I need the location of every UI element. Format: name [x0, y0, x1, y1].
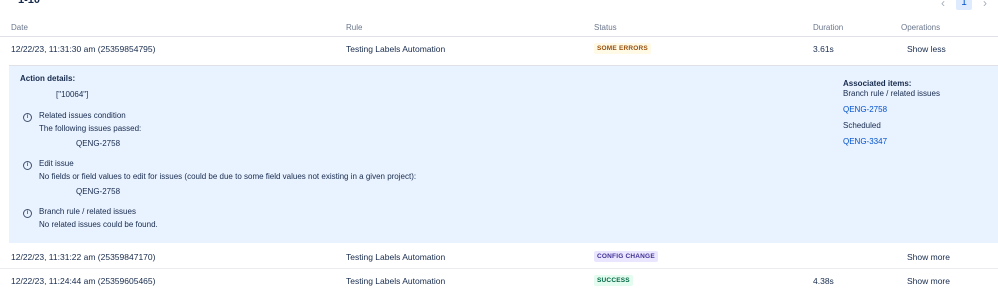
column-header-status[interactable]: Status	[594, 23, 617, 32]
row-duration: 4.38s	[813, 276, 834, 286]
row-date: 12/22/23, 11:31:22 am (25359847170)	[11, 252, 156, 262]
pagination: ‹ 1 ›	[936, 0, 992, 10]
table-header: Date Rule Status Duration Operations	[0, 20, 998, 37]
column-header-duration[interactable]: Duration	[813, 23, 843, 32]
row-rule: Testing Labels Automation	[346, 252, 446, 262]
table-toolbar: 1-10 ‹ 1 ›	[0, 0, 998, 14]
row-date: 12/22/23, 11:31:30 am (25359854795)	[11, 44, 156, 54]
status-badge: SUCCESS	[594, 275, 633, 286]
status-badge: CONFIG CHANGE	[594, 251, 658, 262]
row-rule: Testing Labels Automation	[346, 44, 446, 54]
associated-items-title: Associated items:	[843, 79, 912, 88]
step-line: No related issues could be found.	[39, 220, 158, 229]
column-header-rule[interactable]: Rule	[346, 23, 362, 32]
column-header-operations: Operations	[901, 23, 941, 32]
show-less-button[interactable]: Show less	[907, 44, 946, 54]
row-date: 12/22/23, 11:24:44 am (25359605465)	[11, 276, 156, 286]
step-title: Related issues condition	[39, 111, 126, 120]
step-line: The following issues passed:	[39, 124, 142, 133]
page-button-current[interactable]: 1	[956, 0, 972, 10]
step-issue: QENG-2758	[76, 139, 121, 148]
associated-items-subtitle: Branch rule / related issues	[843, 89, 940, 98]
action-details-value: ["10064"]	[56, 90, 89, 99]
results-range: 1-10	[18, 0, 41, 6]
column-header-date[interactable]: Date	[11, 23, 28, 32]
scheduled-label: Scheduled	[843, 121, 881, 130]
associated-issue-link[interactable]: QENG-2758	[843, 105, 887, 114]
step-title: Edit issue	[39, 159, 74, 168]
chevron-left-icon[interactable]: ‹	[936, 0, 950, 10]
show-more-button[interactable]: Show more	[907, 276, 950, 286]
action-details-panel: Action details: ["10064"] i Related issu…	[9, 65, 998, 243]
show-more-button[interactable]: Show more	[907, 252, 950, 262]
status-badge: SOME ERRORS	[594, 43, 651, 54]
table-row[interactable]: 12/22/23, 11:31:22 am (25359847170) Test…	[0, 245, 998, 269]
table-row[interactable]: 12/22/23, 11:24:44 am (25359605465) Test…	[0, 269, 998, 293]
step-line: No fields or field values to edit for is…	[39, 172, 417, 181]
info-icon: i	[23, 209, 32, 218]
table-row[interactable]: 12/22/23, 11:31:30 am (25359854795) Test…	[0, 37, 998, 61]
info-icon: i	[23, 161, 32, 170]
associated-issue-link[interactable]: QENG-3347	[843, 137, 887, 146]
step-issue: QENG-2758	[76, 187, 121, 196]
row-duration: 3.61s	[813, 44, 834, 54]
row-rule: Testing Labels Automation	[346, 276, 446, 286]
info-icon: i	[23, 113, 32, 122]
chevron-right-icon[interactable]: ›	[978, 0, 992, 10]
step-title: Branch rule / related issues	[39, 207, 136, 216]
action-details-title: Action details:	[20, 74, 76, 83]
